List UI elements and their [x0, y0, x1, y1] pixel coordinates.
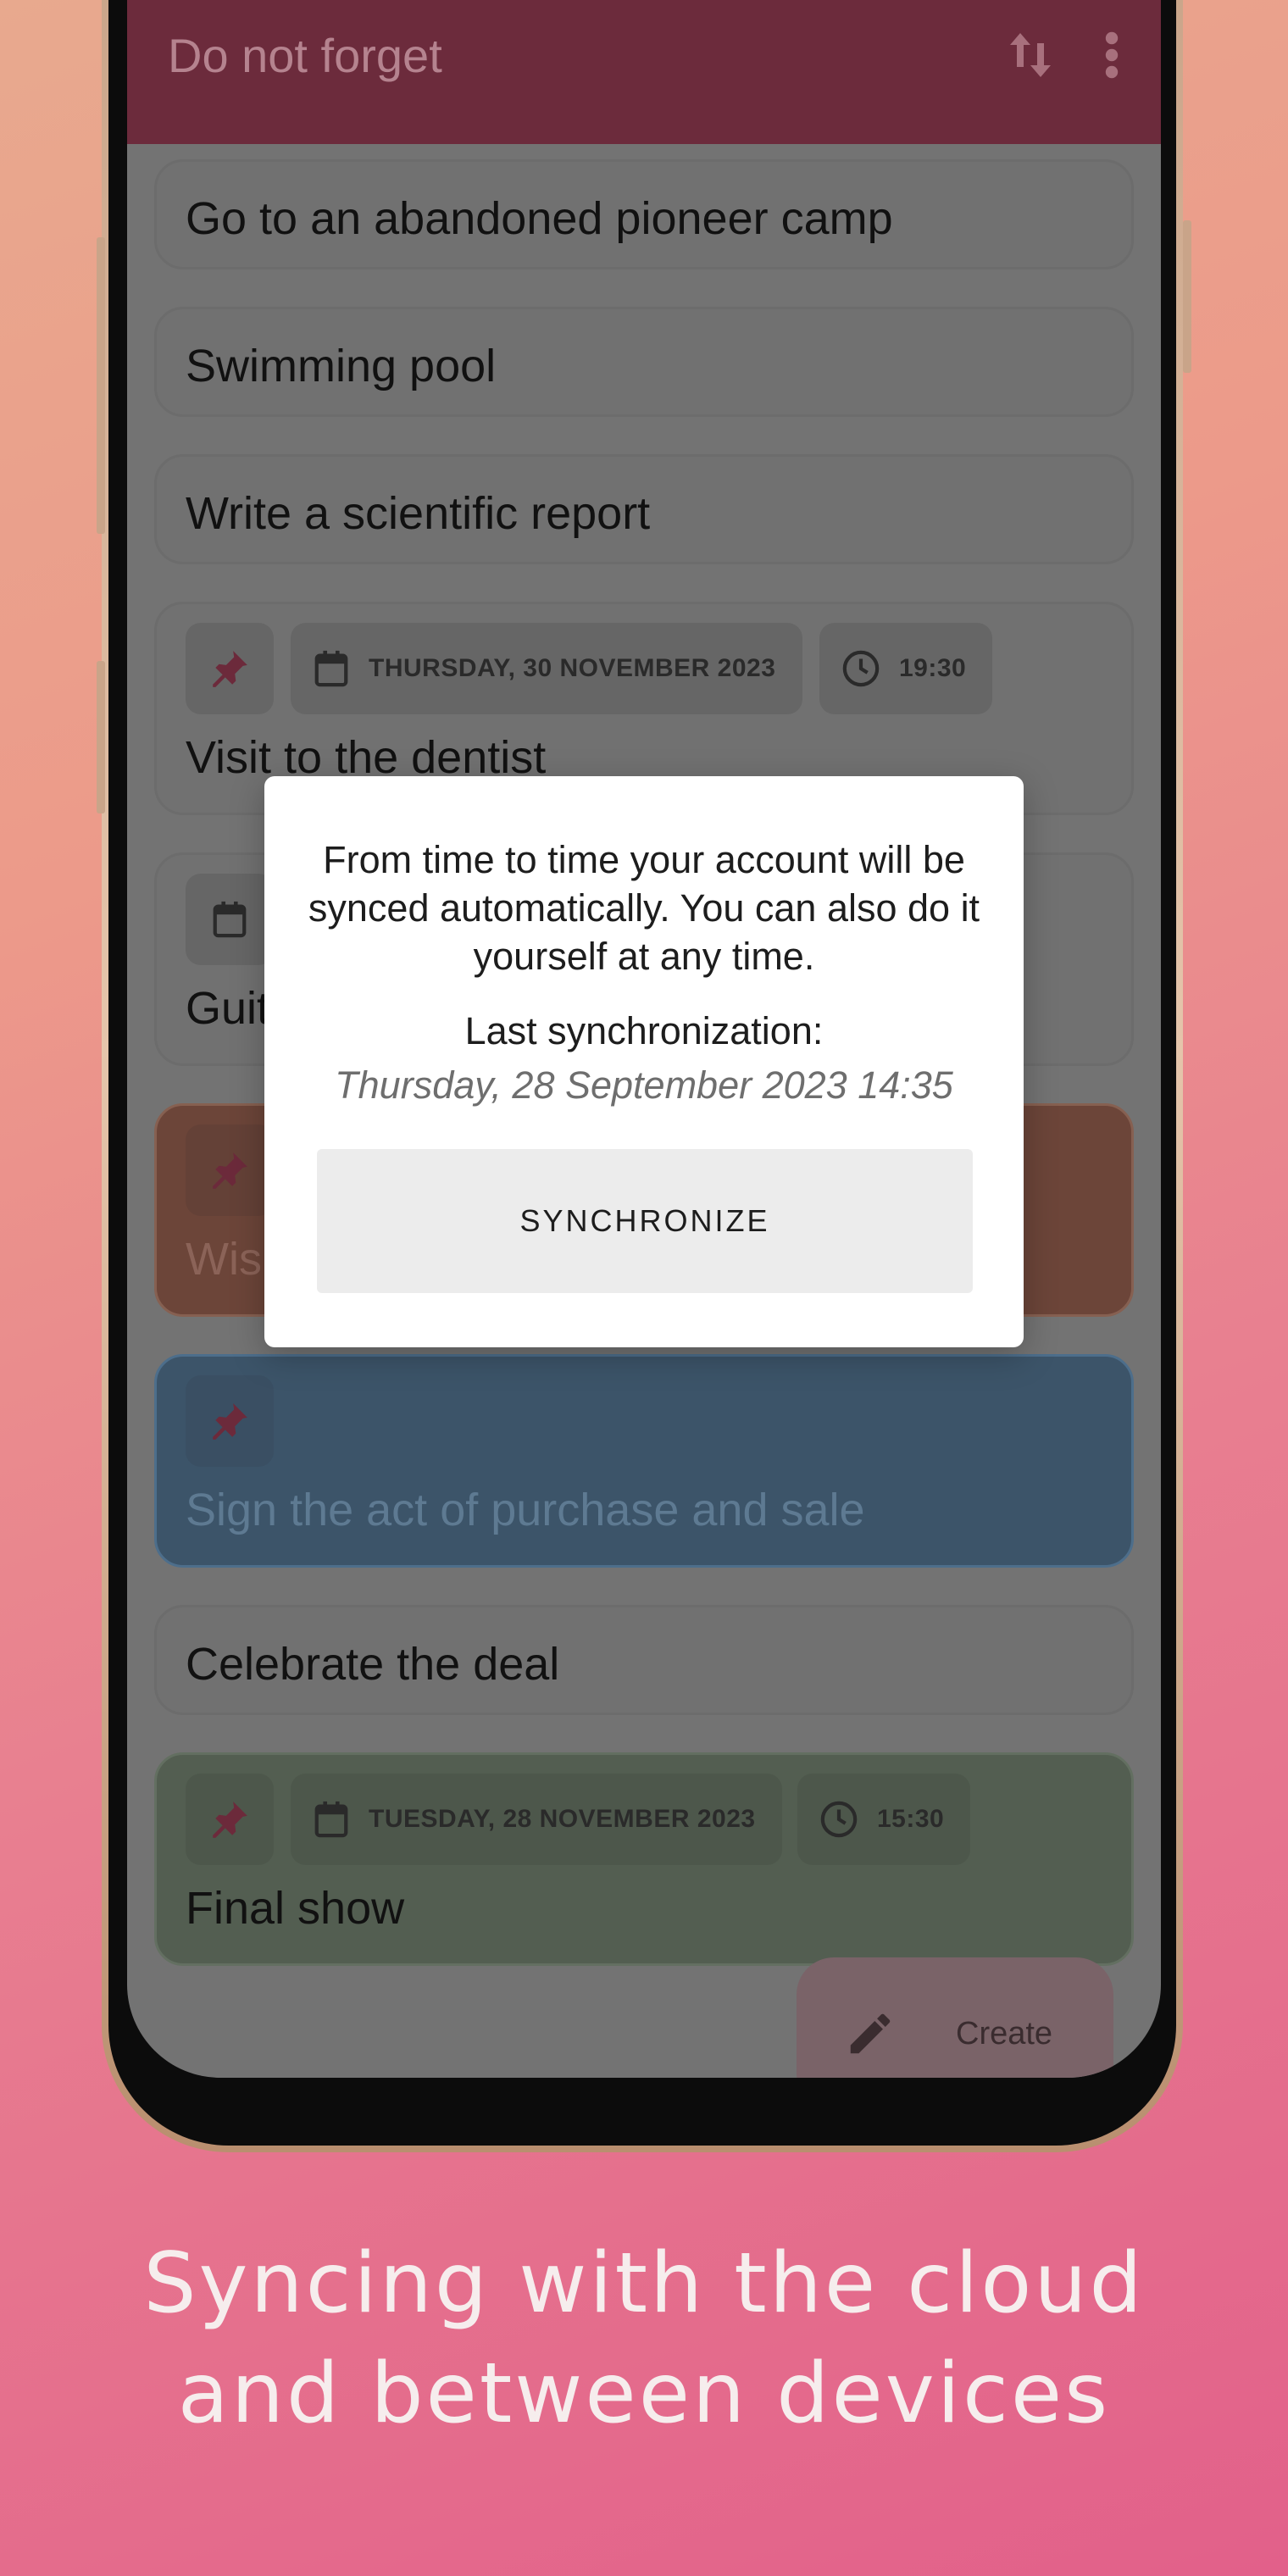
date-chip[interactable] — [186, 874, 274, 965]
pin-icon — [213, 1403, 247, 1440]
reminder-time: 19:30 — [899, 654, 967, 682]
note-card[interactable]: TUESDAY, 28 NOVEMBER 2023 15:30 Final sh… — [154, 1752, 1134, 1966]
note-card[interactable]: Go to an abandoned pioneer camp — [154, 159, 1134, 269]
reminder-date: TUESDAY, 28 NOVEMBER 2023 — [369, 1805, 756, 1833]
time-chip[interactable]: 19:30 — [819, 623, 992, 714]
more-vertical-icon[interactable] — [1103, 30, 1120, 80]
pin-chip[interactable] — [186, 1375, 274, 1467]
phone-side-button — [97, 661, 105, 813]
reminder-date: THURSDAY, 30 NOVEMBER 2023 — [369, 654, 776, 682]
note-card[interactable]: Sign the act of purchase and sale — [154, 1354, 1134, 1568]
phone-side-button — [97, 237, 105, 534]
pin-chip[interactable] — [186, 1774, 274, 1865]
calendar-icon — [314, 1801, 348, 1838]
note-title: Sign the act of purchase and sale — [186, 1485, 865, 1535]
promo-caption: Syncing with the cloud and between devic… — [0, 2229, 1288, 2449]
sync-dialog: From time to time your account will be s… — [264, 776, 1024, 1347]
note-card[interactable]: Write a scientific report — [154, 454, 1134, 564]
calendar-icon — [213, 901, 247, 938]
last-sync-value: Thursday, 28 September 2023 14:35 — [335, 1063, 953, 1107]
app-title: Do not forget — [168, 28, 442, 82]
last-sync-label: Last synchronization: — [464, 1009, 824, 1052]
clock-icon — [820, 1801, 858, 1838]
date-chip[interactable]: THURSDAY, 30 NOVEMBER 2023 — [291, 623, 802, 714]
calendar-icon — [314, 650, 348, 687]
time-chip[interactable]: 15:30 — [797, 1774, 970, 1865]
note-title: Guit — [186, 983, 270, 1034]
note-title: Swimming pool — [186, 341, 497, 391]
create-label: Create — [956, 2015, 1053, 2051]
app-bar: Do not forget — [127, 0, 1161, 144]
pin-icon — [213, 651, 247, 687]
note-title: Wis — [186, 1234, 262, 1285]
pin-icon — [213, 1152, 247, 1189]
note-title: Write a scientific report — [186, 488, 651, 539]
note-card[interactable]: Celebrate the deal — [154, 1605, 1134, 1715]
note-title: Go to an abandoned pioneer camp — [186, 193, 893, 244]
note-card[interactable]: Swimming pool — [154, 307, 1134, 417]
create-button[interactable]: Create — [797, 1957, 1113, 2078]
pencil-icon — [850, 2013, 891, 2054]
pin-icon — [213, 1802, 247, 1838]
note-title: Final show — [186, 1883, 405, 1934]
pin-chip[interactable] — [186, 623, 274, 714]
sort-arrows-icon[interactable] — [1008, 30, 1052, 80]
synchronize-button[interactable]: SYNCHRONIZE — [317, 1149, 973, 1293]
reminder-time: 15:30 — [877, 1805, 945, 1833]
pin-chip[interactable] — [186, 1124, 274, 1216]
caption-text: Syncing with the cloud and between devic… — [143, 2235, 1145, 2442]
note-title: Celebrate the deal — [186, 1639, 560, 1690]
date-chip[interactable]: TUESDAY, 28 NOVEMBER 2023 — [291, 1774, 782, 1865]
phone-side-button — [1183, 220, 1191, 373]
dialog-message: From time to time your account will be s… — [308, 838, 980, 978]
clock-icon — [842, 650, 880, 687]
